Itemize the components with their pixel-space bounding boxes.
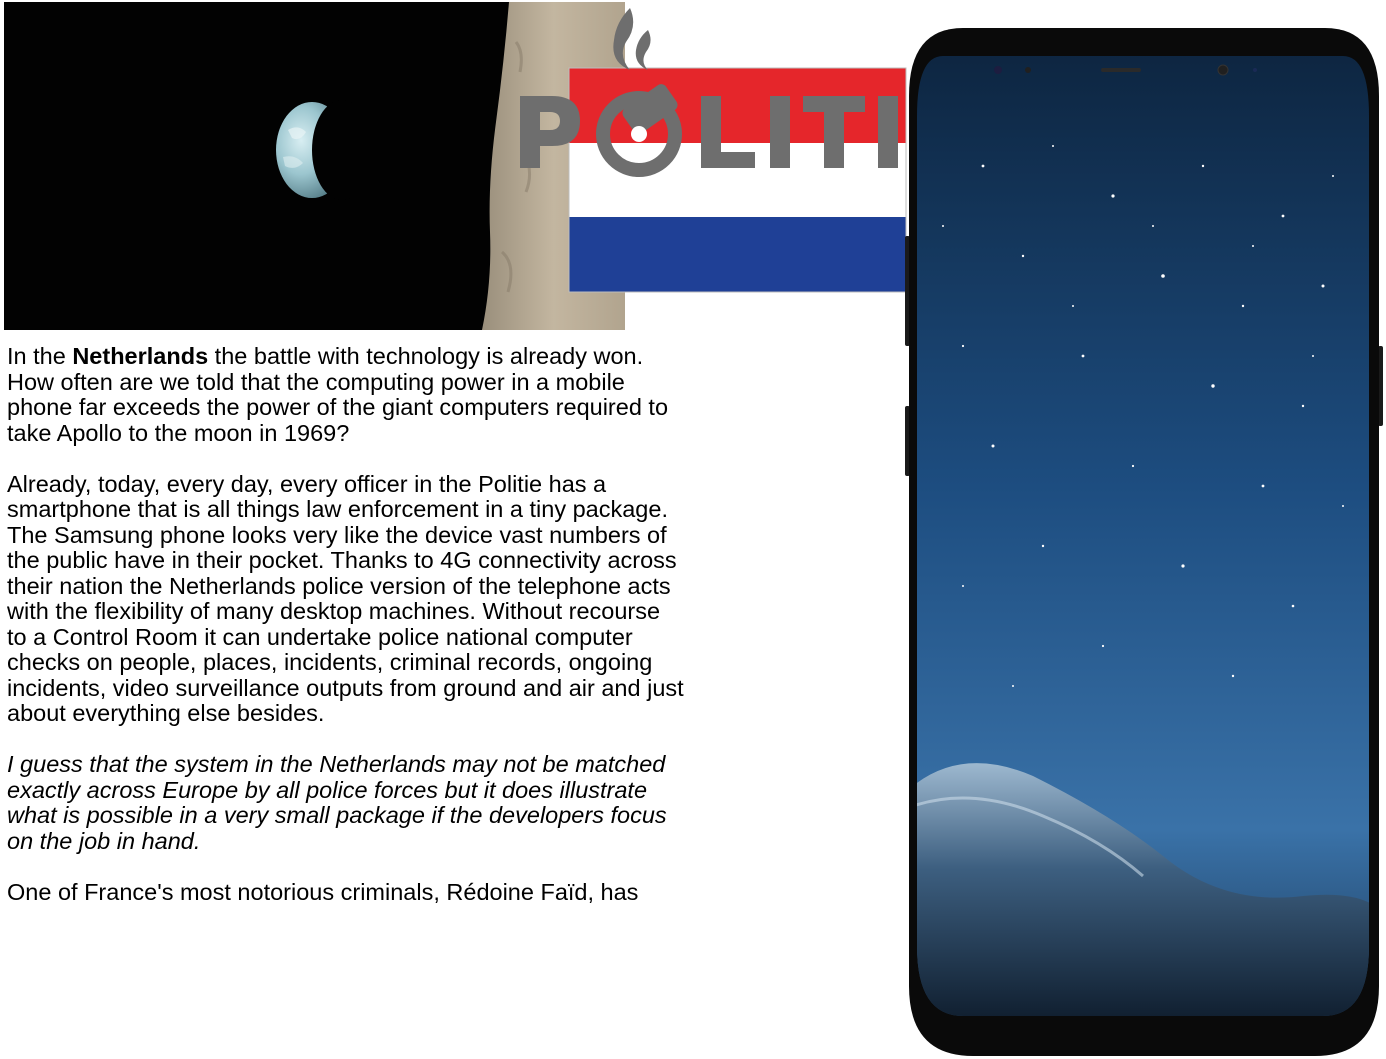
paragraph-1-line-1: In the Netherlands the battle with techn… — [7, 343, 867, 370]
earth-shape — [276, 100, 372, 200]
paragraph-4: One of France's most notorious criminals… — [7, 878, 867, 906]
paragraph-2-line: Already, today, every day, every officer… — [7, 470, 607, 497]
paragraph-1-line-3: phone far exceeds the power of the giant… — [7, 394, 669, 420]
paragraph-2-line: about everything else besides. — [7, 700, 325, 726]
paragraph-3-line: exactly across Europe by all police forc… — [7, 776, 648, 803]
paragraph-2-line: checks on people, places, incidents, cri… — [7, 649, 653, 675]
paragraph-3-line: I guess that the system in the Netherlan… — [7, 751, 666, 777]
paragraph-2-line: to a Control Room it can undertake polic… — [7, 623, 633, 650]
line-1-rest: the battle with technology is already wo… — [208, 343, 644, 369]
paragraph-3-line: what is possible in a very small package… — [7, 802, 667, 828]
paragraph-2-line: with the flexibility of many desktop mac… — [7, 598, 661, 624]
paragraph-2-line: The Samsung phone looks very like the de… — [7, 521, 667, 548]
article-body: In the Netherlands the battle with techn… — [7, 343, 867, 931]
samsung-phone — [905, 28, 1383, 1056]
netherlands-bold: Netherlands — [72, 343, 209, 369]
paragraph-3-italic: I guess that the system in the Netherlan… — [7, 751, 867, 854]
paragraph-1-line-2: How often are we told that the computing… — [7, 368, 625, 395]
lead-text: In the — [7, 343, 73, 369]
paragraph-2-line: incidents, video surveillance outputs fr… — [7, 674, 684, 701]
paragraph-1: In the Netherlands the battle with techn… — [7, 343, 867, 446]
smartphone-image — [903, 26, 1385, 1059]
paragraph-2: Already, today, every day, every officer… — [7, 470, 867, 727]
paragraph-1-line-4: take Apollo to the moon in 1969? — [7, 419, 350, 446]
paragraph-4-line: One of France's most notorious criminals… — [7, 878, 639, 905]
paragraph-2-line: smartphone that is all things law enforc… — [7, 496, 668, 522]
flag-blue-stripe — [569, 217, 906, 292]
paragraph-3-line: on the job in hand. — [7, 827, 201, 854]
paragraph-2-line: their nation the Netherlands police vers… — [7, 572, 671, 599]
paragraph-2-line: the public have in their pocket. Thanks … — [7, 547, 677, 573]
